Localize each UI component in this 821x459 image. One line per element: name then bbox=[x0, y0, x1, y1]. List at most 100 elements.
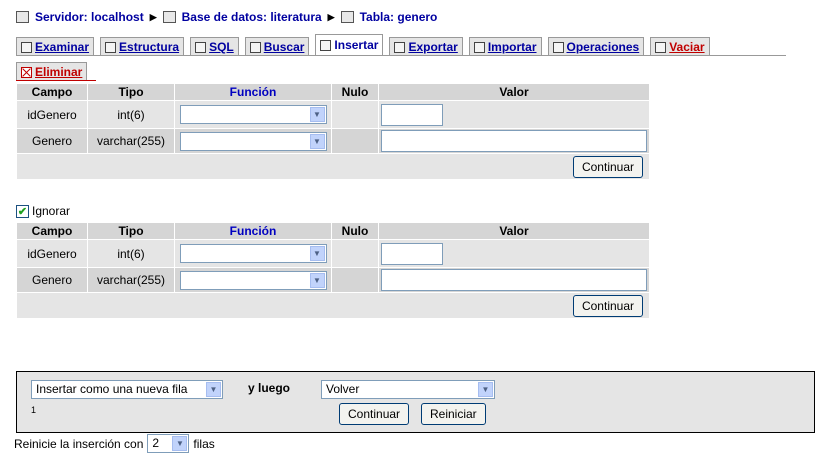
header-campo: Campo bbox=[17, 84, 87, 100]
chevron-down-icon: ▼ bbox=[309, 246, 325, 261]
sql-icon bbox=[195, 41, 207, 53]
tab-importar[interactable]: Importar bbox=[468, 37, 542, 56]
insert-mode-select[interactable]: Insertar como una nueva fila ▼ bbox=[31, 380, 223, 399]
database-icon bbox=[162, 11, 176, 23]
value-input[interactable] bbox=[381, 269, 647, 291]
ignore-row: ✔ Ignorar bbox=[16, 204, 70, 218]
table-row: idGenero int(6) ▼ bbox=[17, 101, 649, 128]
header-campo: Campo bbox=[17, 223, 87, 239]
tab-operaciones[interactable]: Operaciones bbox=[547, 37, 645, 56]
row-count-value: 2 bbox=[152, 436, 160, 450]
continue-button[interactable]: Continuar bbox=[572, 155, 643, 178]
tab-label: Estructura bbox=[119, 40, 180, 54]
field-name: Genero bbox=[17, 129, 87, 153]
tab-estructura[interactable]: Estructura bbox=[100, 37, 185, 56]
tab-label: Insertar bbox=[334, 38, 379, 52]
insert-icon bbox=[320, 39, 332, 51]
breadcrumb-arrow-icon: ▶ bbox=[149, 11, 157, 22]
null-cell bbox=[332, 129, 378, 153]
field-type: int(6) bbox=[88, 101, 174, 128]
breadcrumb-arrow-icon: ▶ bbox=[327, 11, 335, 22]
tab-bar: Examinar Estructura SQL Buscar Insertar … bbox=[16, 34, 786, 81]
tab-divider-danger bbox=[16, 80, 96, 81]
operations-icon bbox=[552, 41, 564, 53]
structure-icon bbox=[105, 41, 117, 53]
tab-label: Eliminar bbox=[35, 65, 83, 79]
browse-icon bbox=[21, 41, 32, 53]
export-icon bbox=[394, 41, 406, 53]
field-type: varchar(255) bbox=[88, 129, 174, 153]
breadcrumb-table[interactable]: Tabla: genero bbox=[360, 10, 438, 24]
tab-label: Operaciones bbox=[566, 40, 640, 54]
after-action-select[interactable]: Volver ▼ bbox=[321, 380, 495, 399]
breadcrumb-database[interactable]: Base de datos: literatura bbox=[182, 10, 322, 24]
tab-exportar[interactable]: Exportar bbox=[389, 37, 463, 56]
chevron-down-icon: ▼ bbox=[478, 382, 493, 397]
footnote-marker: 1 bbox=[31, 405, 37, 415]
header-valor: Valor bbox=[379, 223, 649, 239]
function-select[interactable]: ▼ bbox=[179, 131, 327, 151]
function-select[interactable]: ▼ bbox=[179, 270, 327, 290]
continue-button[interactable]: Continuar bbox=[572, 294, 643, 317]
row-count-select[interactable]: 2 ▼ bbox=[147, 434, 190, 453]
search-icon bbox=[249, 41, 261, 53]
import-icon bbox=[473, 41, 485, 53]
tab-label: Examinar bbox=[35, 40, 90, 54]
insert-mode-value: Insertar como una nueva fila bbox=[36, 382, 188, 396]
and-then-label: y luego bbox=[248, 381, 291, 395]
null-cell bbox=[332, 268, 378, 292]
header-nulo: Nulo bbox=[332, 223, 378, 239]
header-nulo: Nulo bbox=[332, 84, 378, 100]
tab-sql[interactable]: SQL bbox=[190, 37, 239, 56]
tab-vaciar[interactable]: Vaciar bbox=[650, 37, 710, 56]
empty-icon bbox=[655, 41, 667, 53]
tab-label: SQL bbox=[209, 40, 234, 54]
field-type: varchar(255) bbox=[88, 268, 174, 292]
delete-icon bbox=[21, 66, 32, 78]
header-tipo: Tipo bbox=[88, 223, 174, 239]
field-name: idGenero bbox=[17, 240, 87, 267]
chevron-down-icon: ▼ bbox=[309, 107, 325, 122]
header-valor: Valor bbox=[379, 84, 649, 100]
chevron-down-icon: ▼ bbox=[206, 382, 221, 397]
table-icon bbox=[340, 11, 354, 23]
breadcrumb-server[interactable]: Servidor: localhost bbox=[35, 10, 144, 24]
tab-label: Vaciar bbox=[669, 40, 705, 54]
tab-label: Buscar bbox=[263, 40, 305, 54]
tab-eliminar[interactable]: Eliminar bbox=[16, 62, 88, 81]
value-input[interactable] bbox=[381, 103, 443, 126]
server-icon bbox=[16, 11, 29, 23]
restart-row: Reinicie la inserción con 2 ▼ filas bbox=[14, 434, 215, 453]
table-row: Genero varchar(255) ▼ bbox=[17, 268, 649, 292]
reset-button[interactable]: Reiniciar bbox=[421, 403, 486, 425]
tab-divider bbox=[16, 55, 786, 56]
function-select[interactable]: ▼ bbox=[179, 105, 327, 124]
restart-suffix: filas bbox=[193, 436, 215, 451]
restart-prefix: Reinicie la inserción con bbox=[14, 436, 144, 451]
header-funcion[interactable]: Función bbox=[175, 84, 331, 100]
tab-examinar[interactable]: Examinar bbox=[16, 37, 95, 56]
tab-label: Importar bbox=[487, 40, 537, 54]
null-cell bbox=[332, 240, 378, 267]
insert-options-box: Insertar como una nueva fila ▼ y luego V… bbox=[16, 371, 815, 433]
continue-button[interactable]: Continuar bbox=[339, 403, 410, 425]
function-select[interactable]: ▼ bbox=[179, 244, 327, 263]
value-input[interactable] bbox=[381, 130, 647, 152]
field-type: int(6) bbox=[88, 240, 174, 267]
chevron-down-icon: ▼ bbox=[309, 272, 325, 288]
breadcrumb: Servidor: localhost ▶ Base de datos: lit… bbox=[16, 8, 437, 26]
field-name: idGenero bbox=[17, 101, 87, 128]
chevron-down-icon: ▼ bbox=[172, 436, 188, 451]
chevron-down-icon: ▼ bbox=[309, 133, 325, 149]
header-tipo: Tipo bbox=[88, 84, 174, 100]
ignore-label[interactable]: Ignorar bbox=[32, 204, 70, 218]
table-row: Genero varchar(255) ▼ bbox=[17, 129, 649, 153]
tab-buscar[interactable]: Buscar bbox=[244, 37, 310, 56]
header-funcion[interactable]: Función bbox=[175, 223, 331, 239]
insert-form-2: Campo Tipo Función Nulo Valor idGenero i… bbox=[16, 222, 650, 319]
tab-insertar[interactable]: Insertar bbox=[315, 34, 384, 56]
value-input[interactable] bbox=[381, 242, 443, 265]
table-row: idGenero int(6) ▼ bbox=[17, 240, 649, 267]
ignore-checkbox[interactable]: ✔ bbox=[16, 204, 29, 218]
null-cell bbox=[332, 101, 378, 128]
